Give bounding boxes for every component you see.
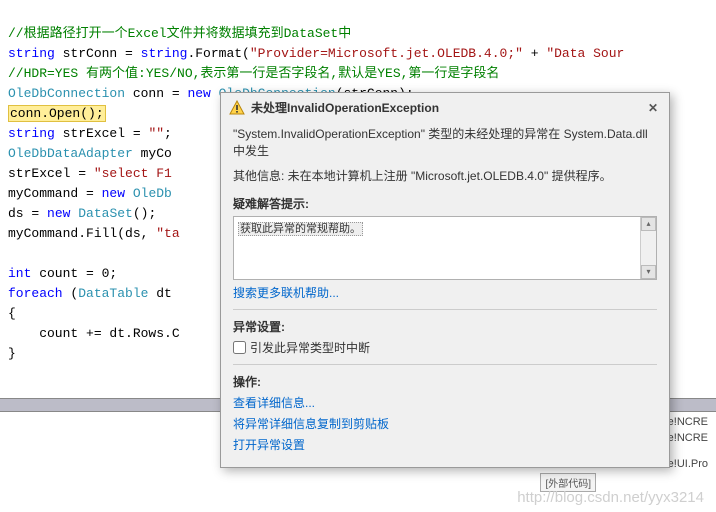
view-details-link[interactable]: 查看详细信息... [233, 394, 657, 411]
watermark: http://blog.csdn.net/yyx3214 [517, 489, 704, 506]
troubleshoot-listbox[interactable]: 获取此异常的常规帮助。 ▴ ▾ [233, 216, 657, 280]
warning-icon [229, 100, 245, 116]
comment-line: //根据路径打开一个Excel文件并将数据填充到DataSet中 [8, 26, 351, 41]
dialog-titlebar[interactable]: 未处理InvalidOperationException ✕ [221, 93, 669, 122]
exception-dialog: 未处理InvalidOperationException ✕ "System.I… [220, 92, 670, 468]
actions-label: 操作: [233, 373, 657, 390]
divider [233, 309, 657, 310]
break-on-exception-checkbox[interactable] [233, 341, 246, 354]
dialog-title-text: 未处理InvalidOperationException [251, 99, 645, 116]
troubleshoot-item[interactable]: 获取此异常的常规帮助。 [238, 222, 363, 236]
divider [233, 364, 657, 365]
error-highlight-line: conn.Open(); [8, 105, 106, 122]
open-exception-settings-link[interactable]: 打开异常设置 [233, 436, 657, 453]
copy-exception-link[interactable]: 将异常详细信息复制到剪贴板 [233, 415, 657, 432]
scroll-down-button[interactable]: ▾ [641, 265, 656, 279]
troubleshoot-label: 疑难解答提示: [233, 195, 657, 212]
exception-additional-info: 其他信息: 未在本地计算机上注册 "Microsoft.jet.OLEDB.4.… [233, 168, 657, 185]
close-button[interactable]: ✕ [645, 101, 661, 115]
search-online-help-link[interactable]: 搜索更多联机帮助... [233, 284, 657, 301]
scroll-up-button[interactable]: ▴ [641, 217, 656, 231]
scrollbar[interactable]: ▴ ▾ [640, 217, 656, 279]
break-on-exception-label: 引发此异常类型时中断 [250, 339, 370, 356]
exception-message: "System.InvalidOperationException" 类型的未经… [233, 126, 657, 160]
exception-settings-label: 异常设置: [233, 318, 657, 335]
comment-line: //HDR=YES 有两个值:YES/NO,表示第一行是否字段名,默认是YES,… [8, 66, 499, 81]
